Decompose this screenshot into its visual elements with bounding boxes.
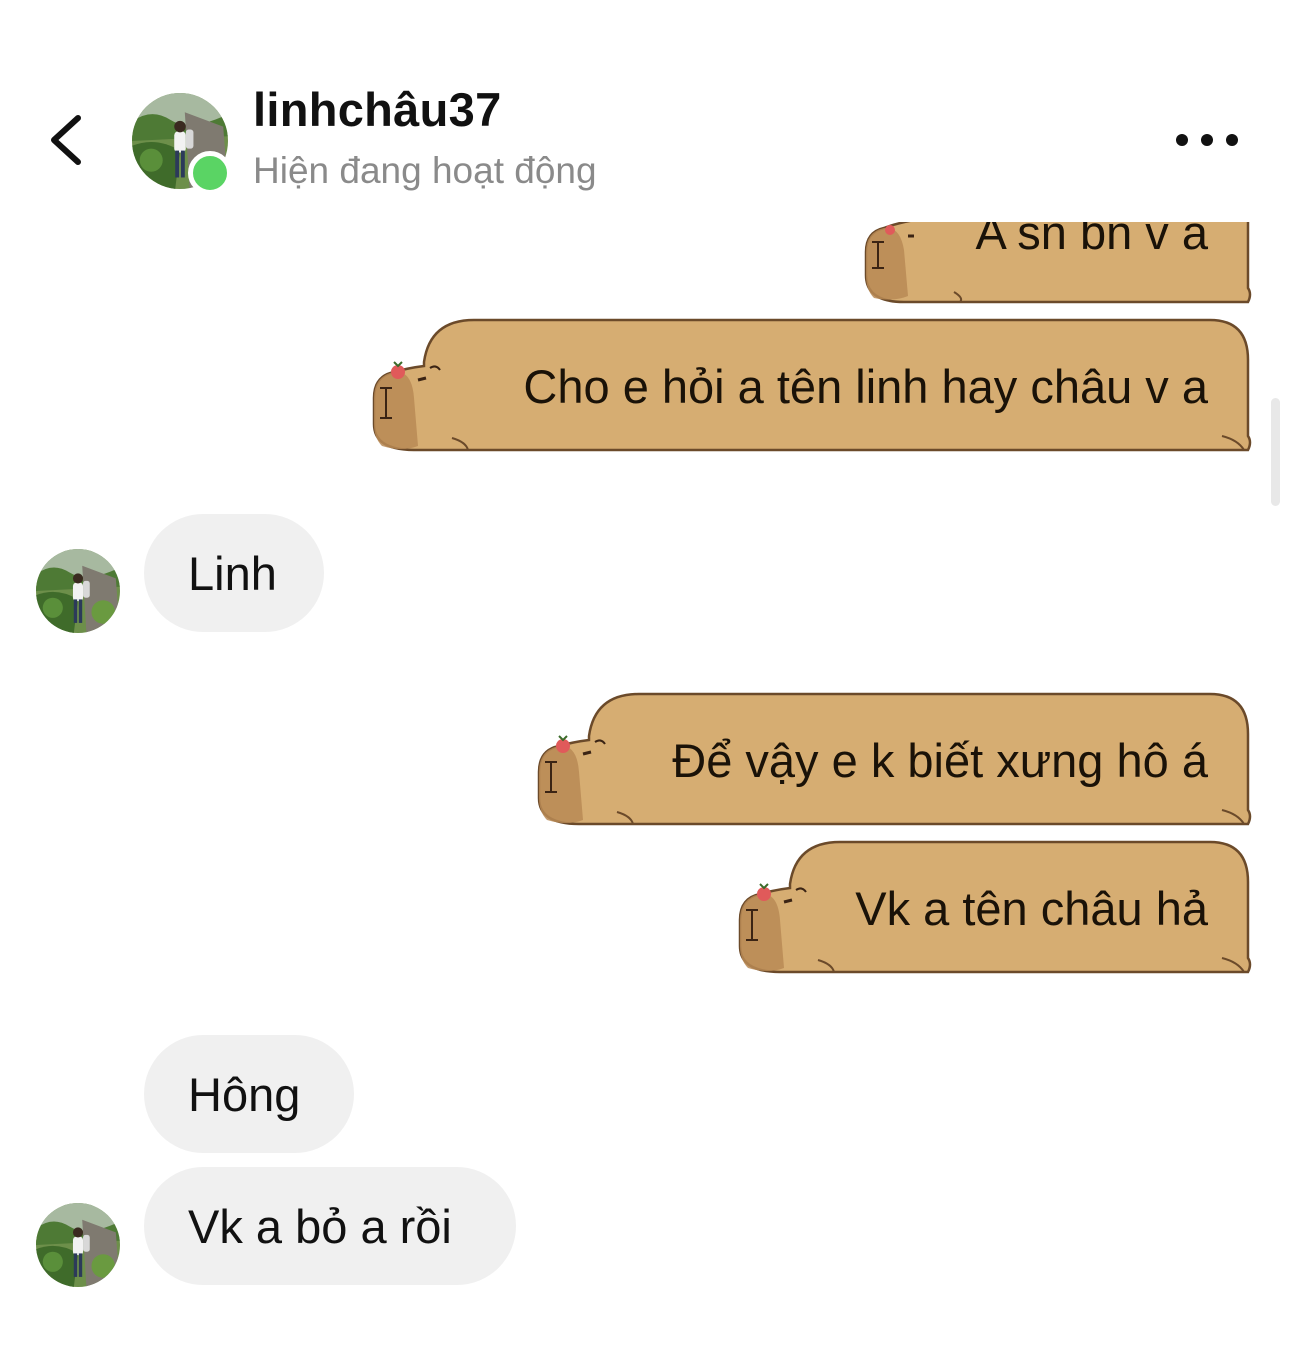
message-text: Để vậy e k biết xưng hô á — [672, 733, 1208, 787]
message-text: Cho e hỏi a tên linh hay châu v a — [523, 359, 1208, 413]
avatar[interactable] — [36, 1203, 120, 1287]
message-text: Vk a bỏ a rồi — [188, 1199, 452, 1253]
received-message-bubble[interactable]: Linh — [144, 514, 324, 632]
chevron-left-icon[interactable] — [36, 100, 96, 180]
chat-header: linhchâu37 Hiện đang hoạt động — [0, 0, 1290, 222]
scrollbar[interactable] — [1271, 398, 1280, 506]
received-message-bubble[interactable]: Vk a bỏ a rồi — [144, 1167, 516, 1285]
sent-message-bubble[interactable]: Vk a tên châu hả — [738, 840, 1252, 976]
message-text: Linh — [188, 546, 277, 600]
message-text: Hông — [188, 1067, 301, 1121]
sent-message-bubble[interactable]: Cho e hỏi a tên linh hay châu v a — [372, 318, 1252, 454]
message-text: Vk a tên châu hả — [855, 881, 1208, 935]
received-message-bubble[interactable]: Hông — [144, 1035, 354, 1153]
sent-message-bubble[interactable]: Để vậy e k biết xưng hô á — [537, 692, 1252, 828]
active-status-text: Hiện đang hoạt động — [253, 150, 597, 191]
contact-username[interactable]: linhchâu37 — [253, 82, 502, 137]
avatar[interactable] — [36, 549, 120, 633]
online-status-dot — [188, 151, 232, 195]
more-horizontal-icon[interactable] — [1170, 120, 1244, 160]
